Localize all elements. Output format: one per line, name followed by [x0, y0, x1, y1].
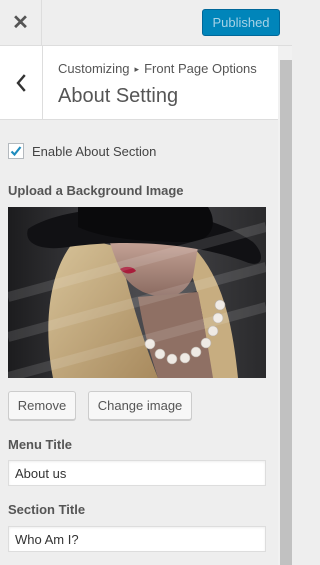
scrollbar-thumb[interactable]	[280, 60, 292, 565]
page-title: About Setting	[58, 85, 179, 107]
section-title-label: Section Title	[8, 502, 86, 517]
breadcrumb-separator-icon: ▸	[134, 64, 140, 74]
enable-about-checkbox[interactable]	[8, 143, 24, 159]
checkmark-icon	[10, 146, 22, 157]
section-title-input[interactable]: Who Am I?	[8, 526, 266, 552]
section-header: Customizing ▸ Front Page Options About Set…	[0, 46, 278, 120]
breadcrumb: Customizing ▸ Front Page Options	[58, 61, 257, 76]
change-image-button[interactable]: Change image	[88, 391, 192, 420]
customizer-topbar: ✕ Published	[0, 0, 292, 46]
upload-background-label: Upload a Background Image	[8, 183, 184, 198]
background-image	[8, 207, 266, 378]
enable-about-label: Enable About Section	[32, 143, 157, 159]
breadcrumb-root: Customizing	[58, 61, 130, 76]
breadcrumb-parent: Front Page Options	[144, 61, 257, 76]
background-image-preview[interactable]	[8, 207, 266, 378]
back-button[interactable]	[0, 46, 43, 119]
menu-title-label: Menu Title	[8, 437, 73, 452]
enable-about-row: Enable About Section	[8, 143, 156, 159]
close-icon: ✕	[12, 12, 29, 34]
chevron-left-icon	[16, 73, 26, 92]
close-button[interactable]: ✕	[0, 0, 42, 45]
remove-image-button[interactable]: Remove	[8, 391, 76, 420]
published-button[interactable]: Published	[202, 9, 280, 36]
menu-title-input[interactable]: About us	[8, 460, 266, 486]
